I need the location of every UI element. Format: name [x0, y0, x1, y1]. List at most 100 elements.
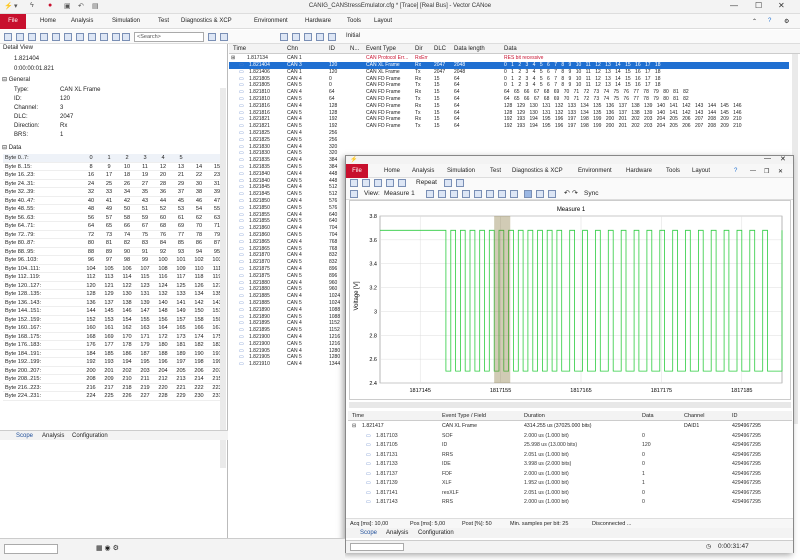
data-section[interactable]: ⊟ Data: [2, 144, 21, 152]
collapse-icon[interactable]: ⊟: [352, 422, 356, 432]
menu-environment[interactable]: Environment: [254, 18, 288, 24]
signal-row[interactable]: ▭ 1.817139 XLF 1.952 us (1.000 bit) 1 4294967…: [348, 479, 792, 489]
trace-row[interactable]: ▭ 1.821821 CAN 4 192 CAN FD Frame Rx 15 64 192 1…: [229, 116, 789, 123]
scope-menu-tools[interactable]: Tools: [666, 168, 680, 174]
menu-tools[interactable]: Tools: [347, 18, 361, 24]
settings-icon[interactable]: ⚙: [784, 18, 789, 25]
tab-configuration[interactable]: Configuration: [72, 431, 108, 441]
scope-layout-icon[interactable]: [350, 190, 358, 198]
zoom-out-icon[interactable]: [474, 190, 482, 198]
col-id[interactable]: ID: [329, 44, 335, 54]
view-select[interactable]: Measure 1: [384, 190, 415, 197]
trace-row[interactable]: ▭ 1.821816 CAN 5 128 CAN FD Frame Tx 15 64 128 1…: [229, 110, 789, 117]
trace-error-row[interactable]: ⊞ 1.817134 CAN 1 CAN Protocol Err... RxE…: [229, 55, 800, 62]
sig-col-duration[interactable]: Duration: [524, 413, 545, 419]
undo-zoom-icon[interactable]: ↶: [564, 189, 570, 197]
voltage-chart[interactable]: Measure 1 Voltage [V] 2.4 2.6 2.8 3 3.2 3.4 3.…: [350, 201, 792, 401]
redo-zoom-icon[interactable]: ↷: [572, 189, 578, 197]
trace-row[interactable]: ▭ 1.821805 CAN 5 0 CAN FD Frame Tx 15 64 0 1 2 3…: [229, 82, 789, 89]
scope-file-menu[interactable]: File: [346, 164, 368, 178]
sig-col-data[interactable]: Data: [642, 413, 654, 419]
col-time[interactable]: Time: [233, 44, 246, 54]
stat-icon[interactable]: [76, 33, 84, 41]
sig-col-channel[interactable]: Channel: [684, 413, 705, 419]
signal-row[interactable]: ▭ 1.817133 IDE 3.998 us (2.000 bits) 0 429496…: [348, 460, 792, 470]
general-section[interactable]: ⊟ General: [2, 76, 30, 84]
grid-icon[interactable]: [88, 33, 96, 41]
scope-stop-icon[interactable]: [456, 179, 464, 187]
scope-prev-icon[interactable]: [362, 179, 370, 187]
sig-col-id[interactable]: ID: [732, 413, 738, 419]
find-next-icon[interactable]: [220, 33, 228, 41]
menu-test[interactable]: Test: [158, 18, 169, 24]
collapse-ribbon-icon[interactable]: ⌃: [752, 18, 757, 25]
col-dlc[interactable]: DLC: [434, 44, 446, 54]
plot-hscrollbar[interactable]: [349, 402, 791, 408]
col-dir[interactable]: Dir: [415, 44, 423, 54]
trace-row[interactable]: ▭ 1.821825 CAN 5 256: [229, 137, 789, 144]
scope-tab-configuration[interactable]: Configuration: [418, 528, 454, 538]
col-data[interactable]: Data: [504, 44, 517, 54]
scroll-icon[interactable]: [52, 33, 60, 41]
scope-menu-hardware[interactable]: Hardware: [626, 168, 652, 174]
menu-home[interactable]: Home: [40, 18, 56, 24]
scope-minimize-icon[interactable]: —: [764, 155, 771, 162]
trace-row[interactable]: ▭ 1.821805 CAN 4 0 CAN FD Frame Rx 15 64 0 1 2 3…: [229, 76, 789, 83]
signal-row[interactable]: ▭ 1.817103 SOF 2.000 us (1.000 bit) 0 4294967…: [348, 432, 792, 442]
file-menu[interactable]: File: [0, 14, 26, 29]
col-chn[interactable]: Chn: [287, 44, 298, 54]
scope-menu-simulation[interactable]: Simulation: [447, 168, 475, 174]
repeat-button[interactable]: Repeat: [416, 179, 437, 186]
tab-scope[interactable]: Scope: [16, 431, 33, 441]
signal-row[interactable]: ⊟ 1.821417 CAN XL Frame 4314.255 us (37025.…: [348, 422, 792, 432]
trace-row[interactable]: ▭ 1.821816 CAN 4 128 CAN FD Frame Rx 15 64 128 1…: [229, 103, 789, 110]
scope-menu-layout[interactable]: Layout: [692, 168, 710, 174]
scope-tab-analysis[interactable]: Analysis: [386, 528, 408, 538]
search-input[interactable]: <Search>: [134, 32, 204, 42]
signal-row[interactable]: ▭ 1.817143 RRS 2.000 us (1.000 bit) 0 4294967…: [348, 498, 792, 508]
trace-pause-icon[interactable]: [316, 33, 324, 41]
columns-icon[interactable]: [28, 33, 36, 41]
scope-tab-scope[interactable]: Scope: [360, 528, 377, 538]
signal-row[interactable]: ▭ 1.817105 ID 25.998 us (13.000 bits) 120 429…: [348, 441, 792, 451]
mark-icon[interactable]: [64, 33, 72, 41]
filter-icon[interactable]: [4, 33, 12, 41]
menu-layout[interactable]: Layout: [374, 18, 392, 24]
scope-trigger-icon[interactable]: [386, 179, 394, 187]
scope-restore-icon[interactable]: ❐: [764, 168, 769, 175]
zoom-y-icon[interactable]: [450, 190, 458, 198]
trace-row[interactable]: ▭ 1.821825 CAN 4 256: [229, 130, 789, 137]
sync-button[interactable]: Sync: [584, 190, 598, 197]
scope-plot[interactable]: Measure 1 Voltage [V] 2.4 2.6 2.8 3 3.2 3.4 3.…: [349, 200, 791, 400]
zoom-fit-icon[interactable]: [426, 190, 434, 198]
minimize-icon[interactable]: —: [730, 1, 738, 10]
config-icon[interactable]: [112, 33, 120, 41]
help-icon[interactable]: ?: [768, 18, 771, 24]
menu-hardware[interactable]: Hardware: [305, 18, 331, 24]
trace-settings-icon[interactable]: [280, 33, 288, 41]
col-data-length[interactable]: Data length: [454, 44, 485, 54]
scope-next-icon[interactable]: [374, 179, 382, 187]
sig-col-time[interactable]: Time: [352, 413, 364, 419]
zoom-in-icon[interactable]: [462, 190, 470, 198]
scope-menu-environment[interactable]: Environment: [578, 168, 612, 174]
scope-help-icon[interactable]: ?: [734, 168, 737, 174]
measurement-cursor[interactable]: [494, 216, 511, 383]
initial-dropdown[interactable]: Initial: [346, 33, 360, 39]
marker-icon[interactable]: [510, 190, 518, 198]
scope-close-icon[interactable]: ✕: [780, 155, 786, 163]
select-tool-icon[interactable]: [524, 190, 532, 198]
time-icon[interactable]: [40, 33, 48, 41]
scope-menu-test[interactable]: Test: [490, 168, 501, 174]
sig-col-field[interactable]: Event Type / Field: [442, 413, 486, 419]
scope-command-input[interactable]: [350, 543, 404, 551]
tree-icon[interactable]: [16, 33, 24, 41]
trace-row[interactable]: ▭ 1.821406 CAN 1 120 CAN XL Frame Tx 2047 2048 0…: [229, 69, 789, 76]
col-name[interactable]: N...: [350, 44, 359, 54]
trace-clear-icon[interactable]: [304, 33, 312, 41]
trace-filter-icon[interactable]: [292, 33, 300, 41]
pan-icon[interactable]: [536, 190, 544, 198]
fit-all-icon[interactable]: [548, 190, 556, 198]
expand-icon[interactable]: ⊞: [231, 55, 235, 62]
search-icon[interactable]: [208, 33, 216, 41]
